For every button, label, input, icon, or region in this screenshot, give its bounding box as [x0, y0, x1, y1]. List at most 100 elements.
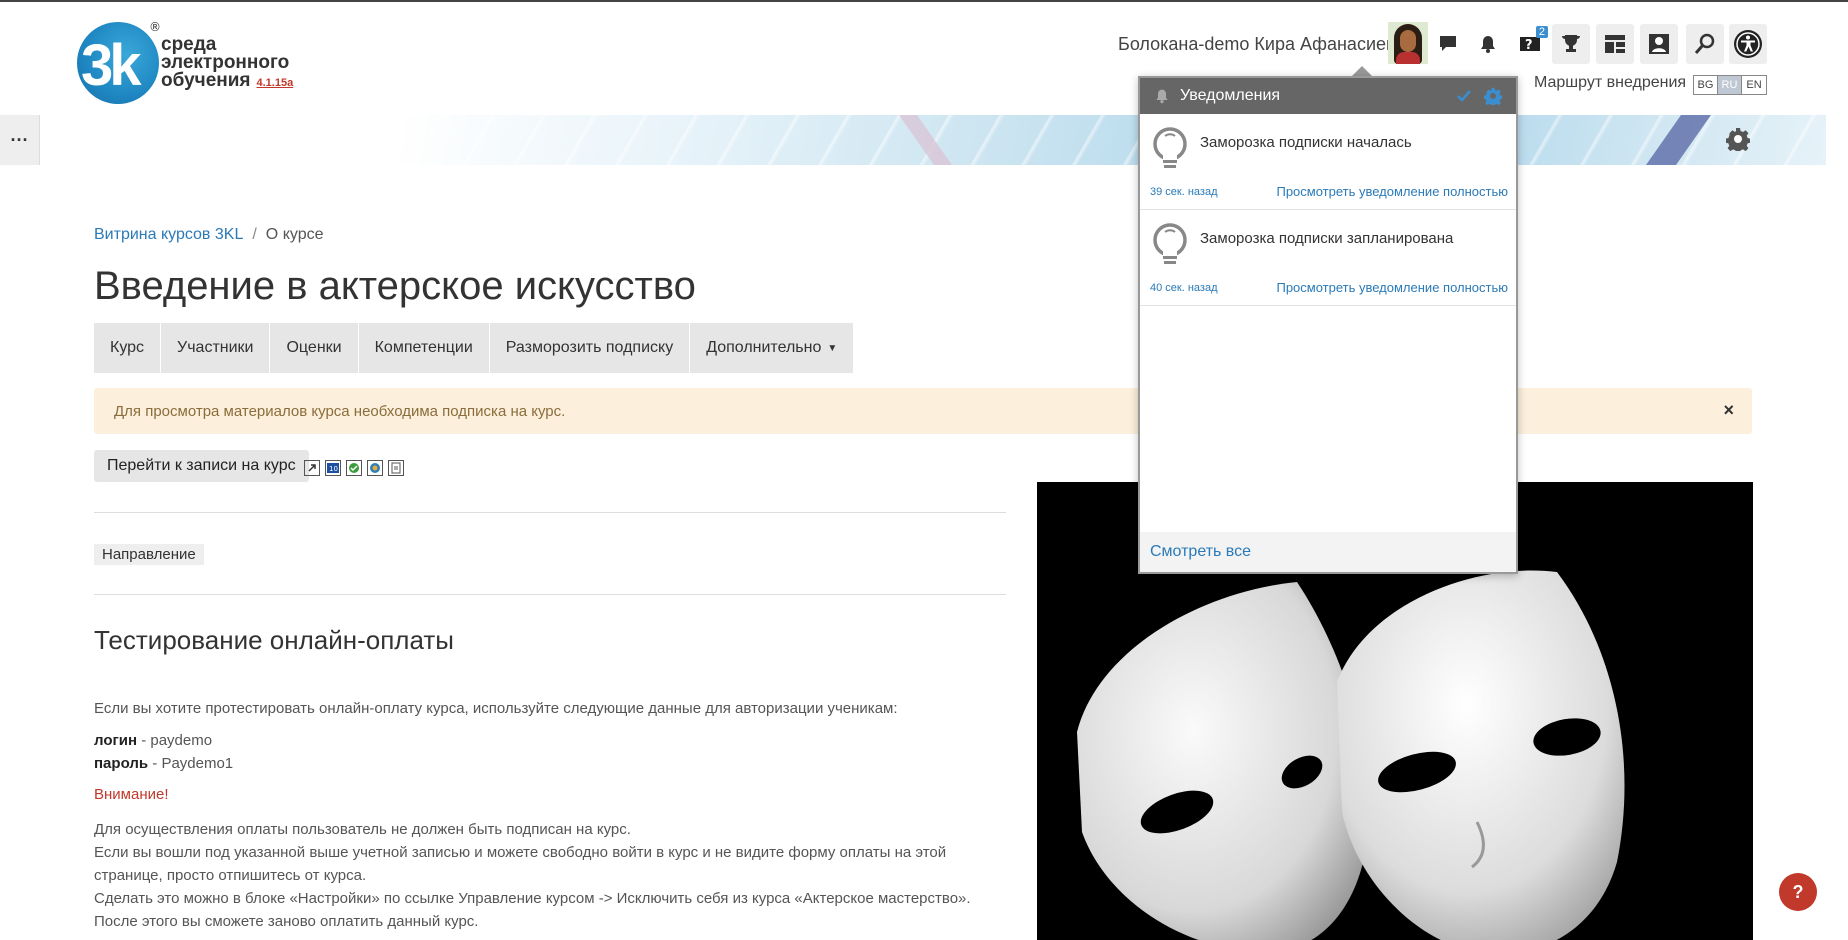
search-button[interactable]: [1686, 24, 1724, 64]
lang-bg[interactable]: BG: [1694, 76, 1718, 94]
svg-text:10: 10: [329, 465, 338, 473]
notification-settings-button[interactable]: [1483, 87, 1503, 110]
svg-text:?: ?: [1525, 38, 1533, 53]
avatar-face: [1400, 30, 1416, 52]
body-line: Сделать это можно в блоке «Настройки» по…: [94, 890, 971, 907]
category-tag[interactable]: Направление: [94, 544, 204, 565]
settings-gear-button[interactable]: [1725, 127, 1751, 156]
tab-competencies[interactable]: Компетенции: [358, 323, 490, 373]
payment-method-icon[interactable]: 10: [325, 460, 341, 476]
user-name[interactable]: Болокана-demo Кира Афанасиевна: [1118, 34, 1416, 55]
notification-time: 40 сек. назад: [1150, 282, 1218, 294]
bell-icon: [1156, 89, 1168, 104]
bell-icon: [1481, 36, 1495, 53]
notification-time: 39 сек. назад: [1150, 186, 1218, 198]
avatar-body: [1396, 52, 1420, 64]
gear-icon: [1725, 128, 1751, 154]
divider: [94, 594, 1006, 595]
site-logo[interactable]: 3k ® среда электронного обучения 4.1.15a: [77, 20, 307, 108]
section-body: Для осуществления оплаты пользователь не…: [94, 818, 994, 933]
dashboard-button[interactable]: [1596, 24, 1634, 64]
popover-arrow: [1352, 66, 1372, 76]
chat-icon: [1440, 36, 1456, 51]
tab-more-label: Дополнительно: [706, 339, 822, 356]
tab-more[interactable]: Дополнительно ▼: [690, 323, 855, 373]
body-line: Для осуществления оплаты пользователь не…: [94, 821, 631, 838]
external-link-icon[interactable]: [304, 460, 320, 476]
language-switcher: BG RU EN: [1693, 75, 1767, 95]
enroll-button[interactable]: Перейти к записи на курс: [94, 450, 309, 482]
header-banner: [40, 115, 1826, 165]
logo-text-line3-label: обучения: [161, 70, 251, 91]
check-icon: [1457, 90, 1471, 102]
trophy-icon: [1562, 35, 1580, 52]
achievements-button[interactable]: [1552, 24, 1590, 64]
enrol-method-icons: 10: [304, 460, 404, 476]
lang-ru[interactable]: RU: [1718, 76, 1742, 94]
breadcrumb: Витрина курсов 3KL / О курсе: [94, 226, 323, 244]
avatar[interactable]: [1388, 22, 1428, 64]
notifications-button[interactable]: [1472, 24, 1504, 64]
breadcrumb-separator: /: [252, 226, 257, 243]
logo-version[interactable]: 4.1.15a: [257, 77, 294, 89]
logo-text-line3: обучения 4.1.15a: [161, 70, 294, 91]
page-title: Введение в актерское искусство: [94, 264, 696, 308]
accessibility-button[interactable]: [1729, 24, 1767, 64]
course-tabs: Курс Участники Оценки Компетенции Размор…: [94, 323, 855, 373]
section-title: Тестирование онлайн-оплаты: [94, 625, 454, 655]
chevron-down-icon: ▼: [827, 342, 838, 354]
tab-grades[interactable]: Оценки: [270, 323, 359, 373]
warning-text: Внимание!: [94, 786, 169, 803]
dashboard-icon: [1605, 35, 1625, 53]
banner-stripe: [898, 115, 960, 165]
view-notification-link[interactable]: Просмотреть уведомление полностью: [1276, 184, 1508, 199]
banner-stripe: [1638, 115, 1712, 165]
messages-button[interactable]: [1432, 24, 1464, 64]
lightbulb-icon: [1153, 127, 1187, 168]
tab-unfreeze-subscription[interactable]: Разморозить подписку: [489, 323, 691, 373]
body-line: Если вы вошли под указанной выше учетной…: [94, 844, 947, 884]
notifications-header: Уведомления: [1140, 78, 1516, 114]
tab-participants[interactable]: Участники: [161, 323, 271, 373]
login-value: - paydemo: [137, 732, 213, 749]
self-enrol-icon[interactable]: [346, 460, 362, 476]
password-label: пароль: [94, 755, 149, 772]
logo-mark: 3k: [81, 33, 141, 98]
guest-access-icon[interactable]: [367, 460, 383, 476]
notifications-title: Уведомления: [1180, 87, 1281, 104]
login-line: логин - paydemo: [94, 732, 212, 749]
mark-all-read-button[interactable]: [1456, 88, 1472, 109]
user-card-icon: [1649, 34, 1669, 54]
gear-icon: [1483, 87, 1503, 107]
help-questions-button[interactable]: ? 2: [1512, 24, 1550, 64]
breadcrumb-catalog[interactable]: Витрина курсов 3KL: [94, 226, 243, 243]
help-button[interactable]: ?: [1779, 873, 1817, 911]
close-icon[interactable]: ×: [1723, 400, 1734, 421]
notification-text: Заморозка подписки началась: [1200, 134, 1412, 151]
nav-drawer-button[interactable]: ···: [0, 115, 40, 165]
divider: [94, 512, 1006, 513]
section-intro: Если вы хотите протестировать онлайн-опл…: [94, 700, 898, 717]
logo-registered-mark: ®: [149, 20, 161, 34]
accessibility-icon: [1734, 30, 1762, 58]
search-icon: [1694, 33, 1715, 54]
breadcrumb-current: О курсе: [265, 226, 324, 243]
lightbulb-icon: [1153, 223, 1187, 264]
login-label: логин: [94, 732, 138, 749]
alert-text: Для просмотра материалов курса необходим…: [114, 402, 566, 420]
password-value: - Paydemo1: [148, 755, 234, 772]
document-icon[interactable]: [388, 460, 404, 476]
notifications-popover: Уведомления Заморозка подписки началась …: [1138, 76, 1518, 574]
notification-item[interactable]: Заморозка подписки началась 39 сек. наза…: [1140, 114, 1516, 210]
profile-card-button[interactable]: [1640, 24, 1678, 64]
notification-text: Заморозка подписки запланирована: [1200, 230, 1454, 247]
notification-item[interactable]: Заморозка подписки запланирована 40 сек.…: [1140, 210, 1516, 306]
lang-en[interactable]: EN: [1742, 76, 1766, 94]
view-notification-link[interactable]: Просмотреть уведомление полностью: [1276, 280, 1508, 295]
see-all-notifications-link[interactable]: Смотреть все: [1140, 532, 1516, 572]
body-line: После этого вы сможете заново оплатить д…: [94, 913, 479, 930]
tab-course[interactable]: Курс: [94, 323, 162, 373]
route-link[interactable]: Маршрут внедрения: [1534, 74, 1686, 92]
logo-text: среда электронного обучения 4.1.15a: [161, 35, 294, 91]
password-line: пароль - Paydemo1: [94, 755, 233, 772]
